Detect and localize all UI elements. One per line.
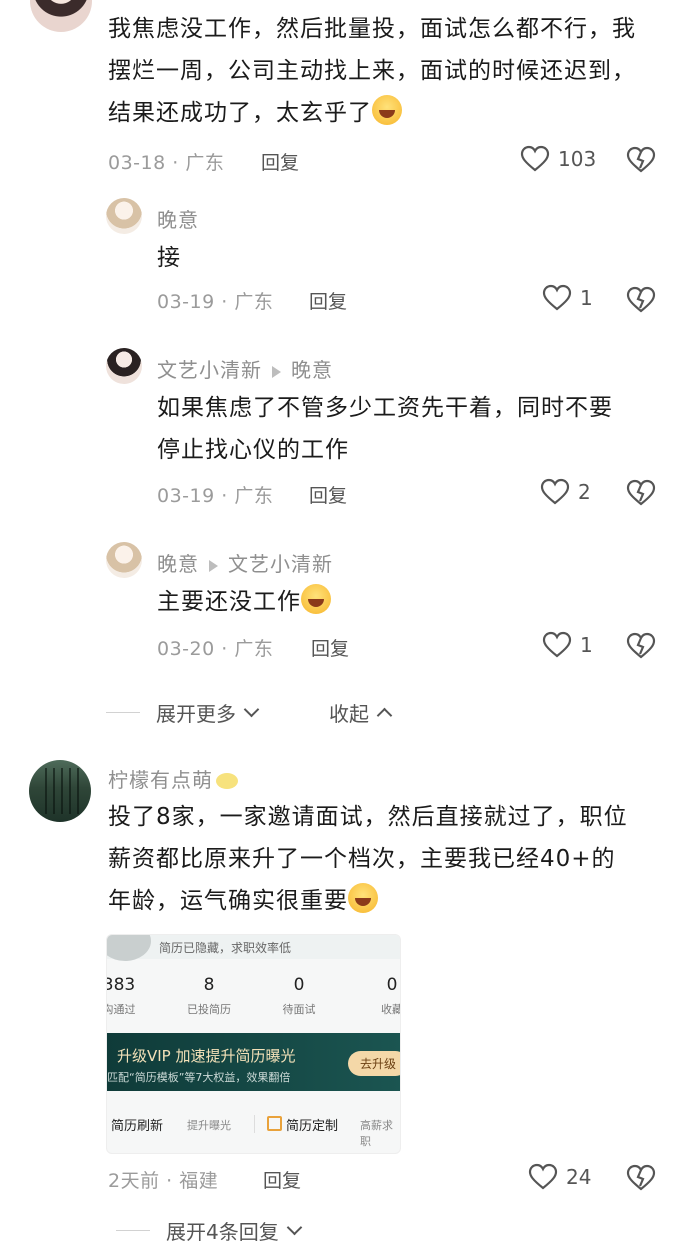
avatar[interactable] xyxy=(30,0,92,32)
divider xyxy=(116,1230,150,1231)
crying-laughing-emoji-icon xyxy=(301,584,331,614)
dislike-icon[interactable] xyxy=(626,286,656,314)
reply-button[interactable]: 回复 xyxy=(263,1166,301,1193)
reply-button[interactable]: 回复 xyxy=(309,481,347,508)
comment-meta: 03-18 · 广东 xyxy=(108,152,225,174)
reply-button[interactable]: 回复 xyxy=(261,148,299,175)
avatar[interactable] xyxy=(106,348,142,384)
chevron-down-icon xyxy=(243,701,260,718)
username[interactable]: 晚意 文艺小清新 xyxy=(157,548,333,577)
reply-button[interactable]: 回复 xyxy=(311,634,349,661)
like-count: 1 xyxy=(580,286,593,310)
heart-icon xyxy=(542,284,572,311)
avatar[interactable] xyxy=(29,760,91,822)
heart-icon xyxy=(542,631,572,658)
stat-communicated: 383沟通过 xyxy=(106,975,136,1016)
reply-arrow-icon xyxy=(209,559,218,572)
stat-applied: 8 已投简历 xyxy=(187,975,231,1016)
edit-icon xyxy=(267,1116,282,1131)
username[interactable]: 文艺小清新 晚意 xyxy=(157,354,333,383)
sweat-smile-emoji-icon xyxy=(348,883,378,913)
divider xyxy=(106,712,140,713)
card-toolbar: 简历刷新 提升曝光 简历定制 高薪求职 xyxy=(107,1105,400,1148)
like-button[interactable]: 1 xyxy=(542,284,593,312)
username[interactable]: 柠檬有点萌 xyxy=(108,764,238,793)
comment-text: 主要还没工作 xyxy=(157,581,331,623)
chevron-up-icon xyxy=(376,707,393,724)
expand-more-button[interactable]: 展开更多 xyxy=(106,698,260,727)
like-button[interactable]: 1 xyxy=(542,631,593,659)
like-count: 1 xyxy=(580,633,593,657)
like-count: 2 xyxy=(578,480,591,504)
like-button[interactable]: 2 xyxy=(540,478,591,506)
avatar[interactable] xyxy=(106,542,142,578)
vip-banner: 升级VIP 加速提升简历曝光 匹配“简历模板”等7大权益，效果翻倍 去升级 xyxy=(107,1033,400,1091)
reply-arrow-icon xyxy=(272,365,281,378)
heart-icon xyxy=(540,478,570,505)
collapse-button[interactable]: 收起 xyxy=(329,698,393,727)
stat-interviews: 0 待面试 xyxy=(282,975,316,1016)
username[interactable]: 晚意 xyxy=(157,204,199,233)
avatar xyxy=(107,935,151,961)
heart-icon xyxy=(528,1163,558,1190)
comment-meta: 2天前 · 福建 xyxy=(108,1170,219,1192)
lemon-icon xyxy=(216,773,238,789)
comment-meta: 03-19 · 广东 xyxy=(157,291,274,313)
upgrade-button: 去升级 xyxy=(347,1051,400,1076)
screenshot-image[interactable]: 简历已隐藏，求职效率低 383沟通过 8已投简历 0待面试 0收藏 升级VIP … xyxy=(106,934,401,1154)
comment-meta: 03-20 · 广东 xyxy=(157,638,274,660)
comment-text: 投了8家，一家邀请面试，然后直接就过了，职位 薪资都比原来升了一个档次，主要我已… xyxy=(108,804,628,914)
dislike-icon[interactable] xyxy=(626,479,656,507)
dislike-icon[interactable] xyxy=(626,146,656,174)
comment-text: 如果焦虑了不管多少工资先干着，同时不要 停止找心仪的工作 xyxy=(157,395,613,463)
dislike-icon[interactable] xyxy=(626,632,656,660)
like-count: 24 xyxy=(566,1165,592,1189)
comment-text: 我焦虑没工作，然后批量投，面试怎么都不行，我 摆烂一周，公司主动找上来，面试的时… xyxy=(108,16,636,126)
heart-icon xyxy=(520,145,550,172)
like-button[interactable]: 103 xyxy=(520,145,596,173)
avatar[interactable] xyxy=(106,198,142,234)
chevron-down-icon xyxy=(286,1219,303,1236)
crying-laughing-emoji-icon xyxy=(372,95,402,125)
comment-meta: 03-19 · 广东 xyxy=(157,485,274,507)
card-header: 简历已隐藏，求职效率低 xyxy=(107,935,400,961)
dislike-icon[interactable] xyxy=(626,1164,656,1192)
stat-saved: 0 收藏 xyxy=(381,975,401,1016)
comment-text: 接 xyxy=(157,245,181,271)
like-count: 103 xyxy=(558,147,597,171)
like-button[interactable]: 24 xyxy=(528,1163,591,1191)
expand-replies-button[interactable]: 展开4条回复 xyxy=(116,1216,303,1245)
reply-button[interactable]: 回复 xyxy=(309,287,347,314)
